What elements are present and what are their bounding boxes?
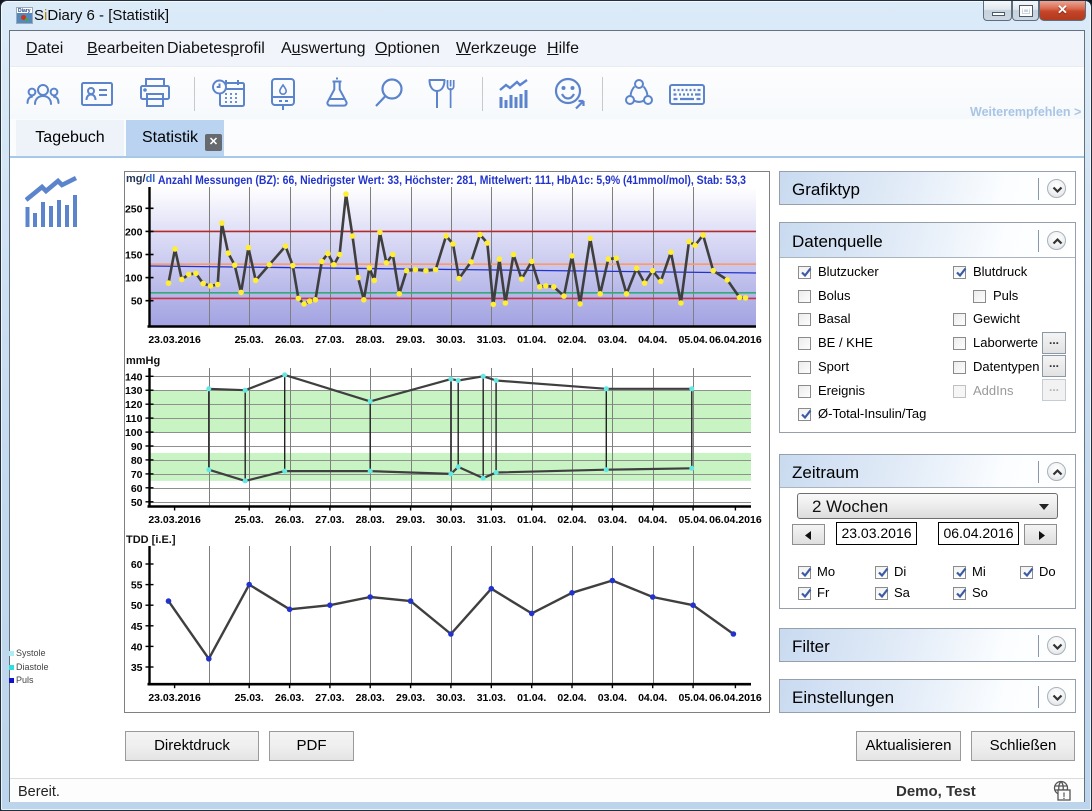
svg-text:05.04.: 05.04. — [678, 334, 707, 346]
svg-text:03.04.: 03.04. — [598, 692, 627, 704]
svg-text:150: 150 — [125, 250, 143, 262]
svg-text:03.04.: 03.04. — [598, 334, 627, 346]
svg-text:100: 100 — [125, 273, 143, 285]
svg-text:30.03.: 30.03. — [436, 692, 465, 704]
svg-text:27.03.: 27.03. — [315, 514, 344, 526]
svg-text:02.04.: 02.04. — [557, 514, 586, 526]
svg-text:Anzahl Messungen (BZ): 66, Nie: Anzahl Messungen (BZ): 66, Niedrigster W… — [158, 173, 746, 187]
svg-text:30.03.: 30.03. — [436, 334, 465, 346]
svg-text:25.03.: 25.03. — [235, 514, 264, 526]
svg-text:50: 50 — [131, 296, 143, 308]
svg-text:mmHg: mmHg — [126, 355, 160, 367]
svg-text:50: 50 — [131, 600, 143, 612]
svg-text:04.04.: 04.04. — [638, 692, 667, 704]
svg-text:23.03.2016: 23.03.2016 — [148, 514, 201, 526]
svg-text:45: 45 — [131, 621, 143, 633]
svg-text:01.04.: 01.04. — [517, 692, 546, 704]
svg-text:06.04.2016: 06.04.2016 — [709, 514, 762, 526]
svg-text:04.04.: 04.04. — [638, 334, 667, 346]
svg-text:06.04.2016: 06.04.2016 — [709, 334, 762, 346]
svg-text:02.04.: 02.04. — [557, 334, 586, 346]
svg-text:50: 50 — [131, 497, 143, 509]
svg-text:55: 55 — [131, 580, 143, 592]
svg-text:26.03.: 26.03. — [275, 334, 304, 346]
svg-text:250: 250 — [125, 203, 143, 215]
svg-text:27.03.: 27.03. — [315, 692, 344, 704]
svg-text:29.03.: 29.03. — [396, 514, 425, 526]
svg-text:28.03.: 28.03. — [356, 334, 385, 346]
svg-text:06.04.2016: 06.04.2016 — [709, 692, 762, 704]
svg-text:TDD [i.E.]: TDD [i.E.] — [126, 534, 176, 546]
svg-text:23.03.2016: 23.03.2016 — [148, 334, 201, 346]
svg-text:mg/dl: mg/dl — [126, 173, 155, 185]
svg-text:31.03.: 31.03. — [477, 334, 506, 346]
svg-text:29.03.: 29.03. — [396, 692, 425, 704]
svg-text:60: 60 — [131, 483, 143, 495]
svg-text:30.03.: 30.03. — [436, 514, 465, 526]
svg-text:01.04.: 01.04. — [517, 334, 546, 346]
svg-text:01.04.: 01.04. — [517, 514, 546, 526]
svg-text:23.03.2016: 23.03.2016 — [148, 692, 201, 704]
svg-text:02.04.: 02.04. — [557, 692, 586, 704]
svg-text:!: ! — [1063, 791, 1066, 801]
svg-text:25.03.: 25.03. — [235, 334, 264, 346]
svg-text:05.04.: 05.04. — [678, 514, 707, 526]
svg-text:40: 40 — [131, 641, 143, 653]
svg-text:60: 60 — [131, 559, 143, 571]
svg-text:110: 110 — [126, 413, 143, 425]
svg-text:27.03.: 27.03. — [315, 334, 344, 346]
svg-text:26.03.: 26.03. — [275, 514, 304, 526]
svg-text:03.04.: 03.04. — [598, 514, 627, 526]
svg-text:31.03.: 31.03. — [477, 692, 506, 704]
svg-text:28.03.: 28.03. — [356, 692, 385, 704]
svg-text:35: 35 — [131, 662, 143, 674]
svg-text:100: 100 — [125, 427, 143, 439]
svg-text:04.04.: 04.04. — [638, 514, 667, 526]
svg-text:29.03.: 29.03. — [396, 334, 425, 346]
svg-text:05.04.: 05.04. — [678, 692, 707, 704]
svg-text:120: 120 — [125, 399, 143, 411]
svg-text:140: 140 — [125, 371, 143, 383]
svg-text:130: 130 — [125, 385, 143, 397]
svg-text:90: 90 — [131, 441, 143, 453]
svg-text:31.03.: 31.03. — [477, 514, 506, 526]
svg-text:25.03.: 25.03. — [235, 692, 264, 704]
svg-text:28.03.: 28.03. — [356, 514, 385, 526]
svg-text:200: 200 — [125, 226, 143, 238]
svg-text:26.03.: 26.03. — [275, 692, 304, 704]
svg-text:80: 80 — [131, 455, 143, 467]
svg-text:70: 70 — [131, 469, 143, 481]
